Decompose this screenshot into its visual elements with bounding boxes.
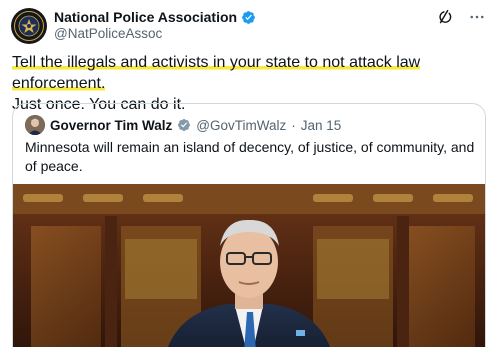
quoted-date[interactable]: Jan 15 xyxy=(301,118,342,133)
quoted-author-handle[interactable]: @GovTimWalz xyxy=(196,118,286,133)
quoted-header: Governor Tim Walz @GovTimWalz · Jan 15 xyxy=(25,115,341,135)
quoted-author-name[interactable]: Governor Tim Walz xyxy=(50,118,172,133)
video-frame-image xyxy=(13,184,485,347)
quoted-text: Minnesota will remain an island of decen… xyxy=(25,139,475,174)
grok-icon[interactable] xyxy=(436,8,454,26)
quoted-tweet[interactable]: Governor Tim Walz @GovTimWalz · Jan 15 M… xyxy=(12,103,486,347)
author-name-row[interactable]: National Police Association xyxy=(54,8,256,26)
more-icon[interactable] xyxy=(468,8,486,26)
quoted-separator: · xyxy=(291,117,296,133)
tweet[interactable]: National Police Association @NatPoliceAs… xyxy=(0,0,500,347)
quoted-avatar[interactable] xyxy=(25,115,45,135)
post-text-highlighted: Tell the illegals and activists in your … xyxy=(12,54,421,92)
person-avatar-icon xyxy=(25,115,45,135)
verified-government-badge-icon xyxy=(178,119,191,131)
author-handle[interactable]: @NatPoliceAssoc xyxy=(54,26,162,41)
author-name[interactable]: National Police Association xyxy=(54,9,237,25)
video-thumbnail[interactable] xyxy=(13,184,485,347)
police-seal-icon xyxy=(12,9,46,43)
verified-badge-icon xyxy=(242,10,255,24)
author-avatar[interactable] xyxy=(11,8,47,44)
